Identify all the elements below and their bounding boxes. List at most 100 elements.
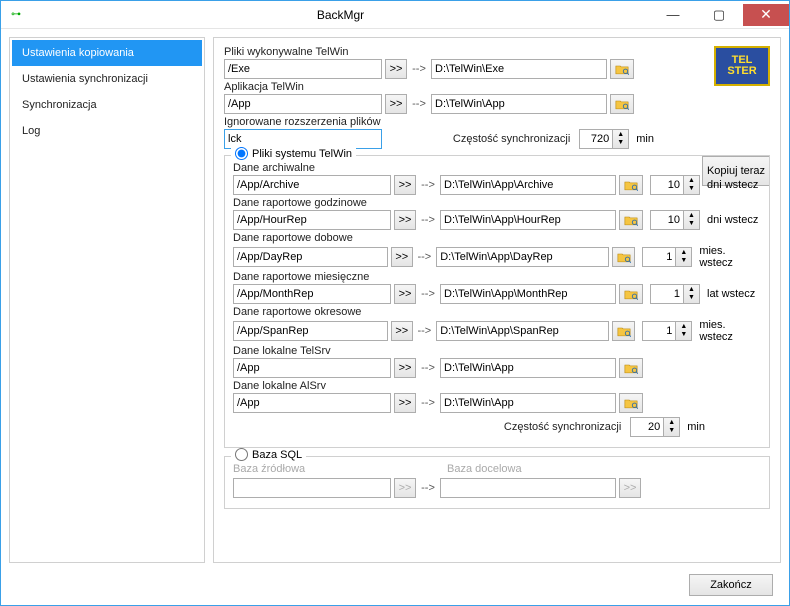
app-src-browse[interactable]: >> <box>385 94 407 114</box>
dst-browse[interactable] <box>619 210 643 230</box>
dst-input[interactable] <box>440 210 616 230</box>
radio-telwin-files[interactable] <box>235 147 248 160</box>
dst-browse[interactable] <box>619 358 643 378</box>
dst-browse[interactable] <box>612 321 636 341</box>
file-row: >> --> ▲▼ lat wstecz <box>233 284 761 304</box>
retention-spinner[interactable]: ▲▼ <box>642 247 692 267</box>
minimize-button[interactable]: — <box>650 4 696 26</box>
retention-spinner[interactable]: ▲▼ <box>650 284 700 304</box>
finish-button[interactable]: Zakończ <box>689 574 773 596</box>
retention-spinner[interactable]: ▲▼ <box>650 175 700 195</box>
files-freq-label: Częstość synchronizacji <box>504 421 621 433</box>
dst-browse[interactable] <box>619 284 643 304</box>
arrow-icon: --> <box>419 397 437 409</box>
files-freq-spinner[interactable]: ▲▼ <box>630 417 680 437</box>
main-panel: TEL STER Kopiuj teraz Pliki wykonywalne … <box>213 37 781 563</box>
retention-value[interactable] <box>642 247 676 267</box>
src-input[interactable] <box>233 284 391 304</box>
sidebar-item-log[interactable]: Log <box>12 118 202 144</box>
dst-input[interactable] <box>440 393 616 413</box>
spinner-buttons[interactable]: ▲▼ <box>684 175 700 195</box>
src-input[interactable] <box>233 321 388 341</box>
file-row-label: Dane raportowe dobowe <box>233 232 761 244</box>
file-row: >> --> ▲▼dni wstecz <box>233 210 761 230</box>
dst-browse[interactable] <box>619 393 643 413</box>
src-browse[interactable]: >> <box>394 358 416 378</box>
sql-src-input <box>233 478 391 498</box>
arrow-icon: --> <box>416 251 434 263</box>
src-browse[interactable]: >> <box>391 247 413 267</box>
spinner-buttons[interactable]: ▲▼ <box>684 284 700 304</box>
dst-input[interactable] <box>440 358 616 378</box>
file-row: >> --> ▲▼ dni wstecz <box>233 175 761 195</box>
arrow-icon: --> <box>419 482 437 494</box>
retention-spinner[interactable]: ▲▼ <box>650 210 700 230</box>
retention-spinner[interactable]: ▲▼ <box>642 321 692 341</box>
src-input[interactable] <box>233 210 391 230</box>
dst-browse[interactable] <box>612 247 636 267</box>
src-browse[interactable]: >> <box>394 175 416 195</box>
arrow-icon: --> <box>419 288 437 300</box>
arrow-icon: --> <box>419 179 437 191</box>
dst-browse[interactable] <box>619 175 643 195</box>
exe-src-input[interactable] <box>224 59 382 79</box>
dst-input[interactable] <box>440 175 616 195</box>
files-freq-value[interactable] <box>630 417 664 437</box>
close-button[interactable]: ✕ <box>743 4 789 26</box>
arrow-icon: --> <box>410 63 428 75</box>
exe-dst-input[interactable] <box>431 59 607 79</box>
retention-unit: mies. wstecz <box>699 319 761 343</box>
telster-logo: TEL STER <box>714 46 770 86</box>
radio-sql[interactable] <box>235 448 248 461</box>
maximize-button[interactable]: ▢ <box>696 4 742 26</box>
src-input[interactable] <box>233 358 391 378</box>
src-browse[interactable]: >> <box>394 210 416 230</box>
src-browse[interactable]: >> <box>391 321 413 341</box>
app-dst-input[interactable] <box>431 94 607 114</box>
dst-input[interactable] <box>436 321 609 341</box>
group-sql-legend: Baza SQL <box>252 449 302 461</box>
arrow-icon: --> <box>416 325 434 337</box>
retention-unit: mies. wstecz <box>699 245 761 269</box>
min-unit: min <box>636 133 654 145</box>
spinner-buttons[interactable]: ▲▼ <box>676 321 692 341</box>
freq-value[interactable] <box>579 129 613 149</box>
retention-value[interactable] <box>650 284 684 304</box>
sidebar-item-copy-settings[interactable]: Ustawienia kopiowania <box>12 40 202 66</box>
freq-spinner[interactable]: ▲▼ <box>579 129 629 149</box>
sidebar-item-sync-settings[interactable]: Ustawienia synchronizacji <box>12 66 202 92</box>
dst-input[interactable] <box>440 284 616 304</box>
retention-unit: dni wstecz <box>707 179 758 191</box>
arrow-icon: --> <box>419 362 437 374</box>
src-browse[interactable]: >> <box>394 393 416 413</box>
src-browse[interactable]: >> <box>394 284 416 304</box>
min-unit: min <box>687 421 705 433</box>
retention-value[interactable] <box>642 321 676 341</box>
spinner-buttons[interactable]: ▲▼ <box>676 247 692 267</box>
freq-label: Częstość synchronizacji <box>453 133 570 145</box>
sql-dst-input <box>440 478 616 498</box>
app-dst-browse[interactable] <box>610 94 634 114</box>
spinner-buttons[interactable]: ▲▼ <box>684 210 700 230</box>
src-input[interactable] <box>233 175 391 195</box>
src-input[interactable] <box>233 247 388 267</box>
retention-value[interactable] <box>650 210 684 230</box>
spinner-buttons[interactable]: ▲▼ <box>664 417 680 437</box>
file-row: >> --> ▲▼ mies. wstecz <box>233 319 761 343</box>
ignored-ext-input[interactable] <box>224 129 382 149</box>
src-input[interactable] <box>233 393 391 413</box>
app-src-input[interactable] <box>224 94 382 114</box>
retention-value[interactable] <box>650 175 684 195</box>
exe-src-browse[interactable]: >> <box>385 59 407 79</box>
group-telwin-files: Pliki systemu TelWin Dane archiwalne >> … <box>224 155 770 448</box>
file-row-label: Dane lokalne AlSrv <box>233 380 761 392</box>
dst-input[interactable] <box>436 247 609 267</box>
file-row: >> --> ▲▼ mies. wstecz <box>233 245 761 269</box>
sql-src-browse: >> <box>394 478 416 498</box>
retention-unit: dni wstecz <box>707 214 758 226</box>
file-row-label: Dane archiwalne <box>233 162 761 174</box>
sidebar-item-sync[interactable]: Synchronizacja <box>12 92 202 118</box>
retention-unit: lat wstecz <box>707 288 755 300</box>
exe-dst-browse[interactable] <box>610 59 634 79</box>
spinner-buttons[interactable]: ▲▼ <box>613 129 629 149</box>
